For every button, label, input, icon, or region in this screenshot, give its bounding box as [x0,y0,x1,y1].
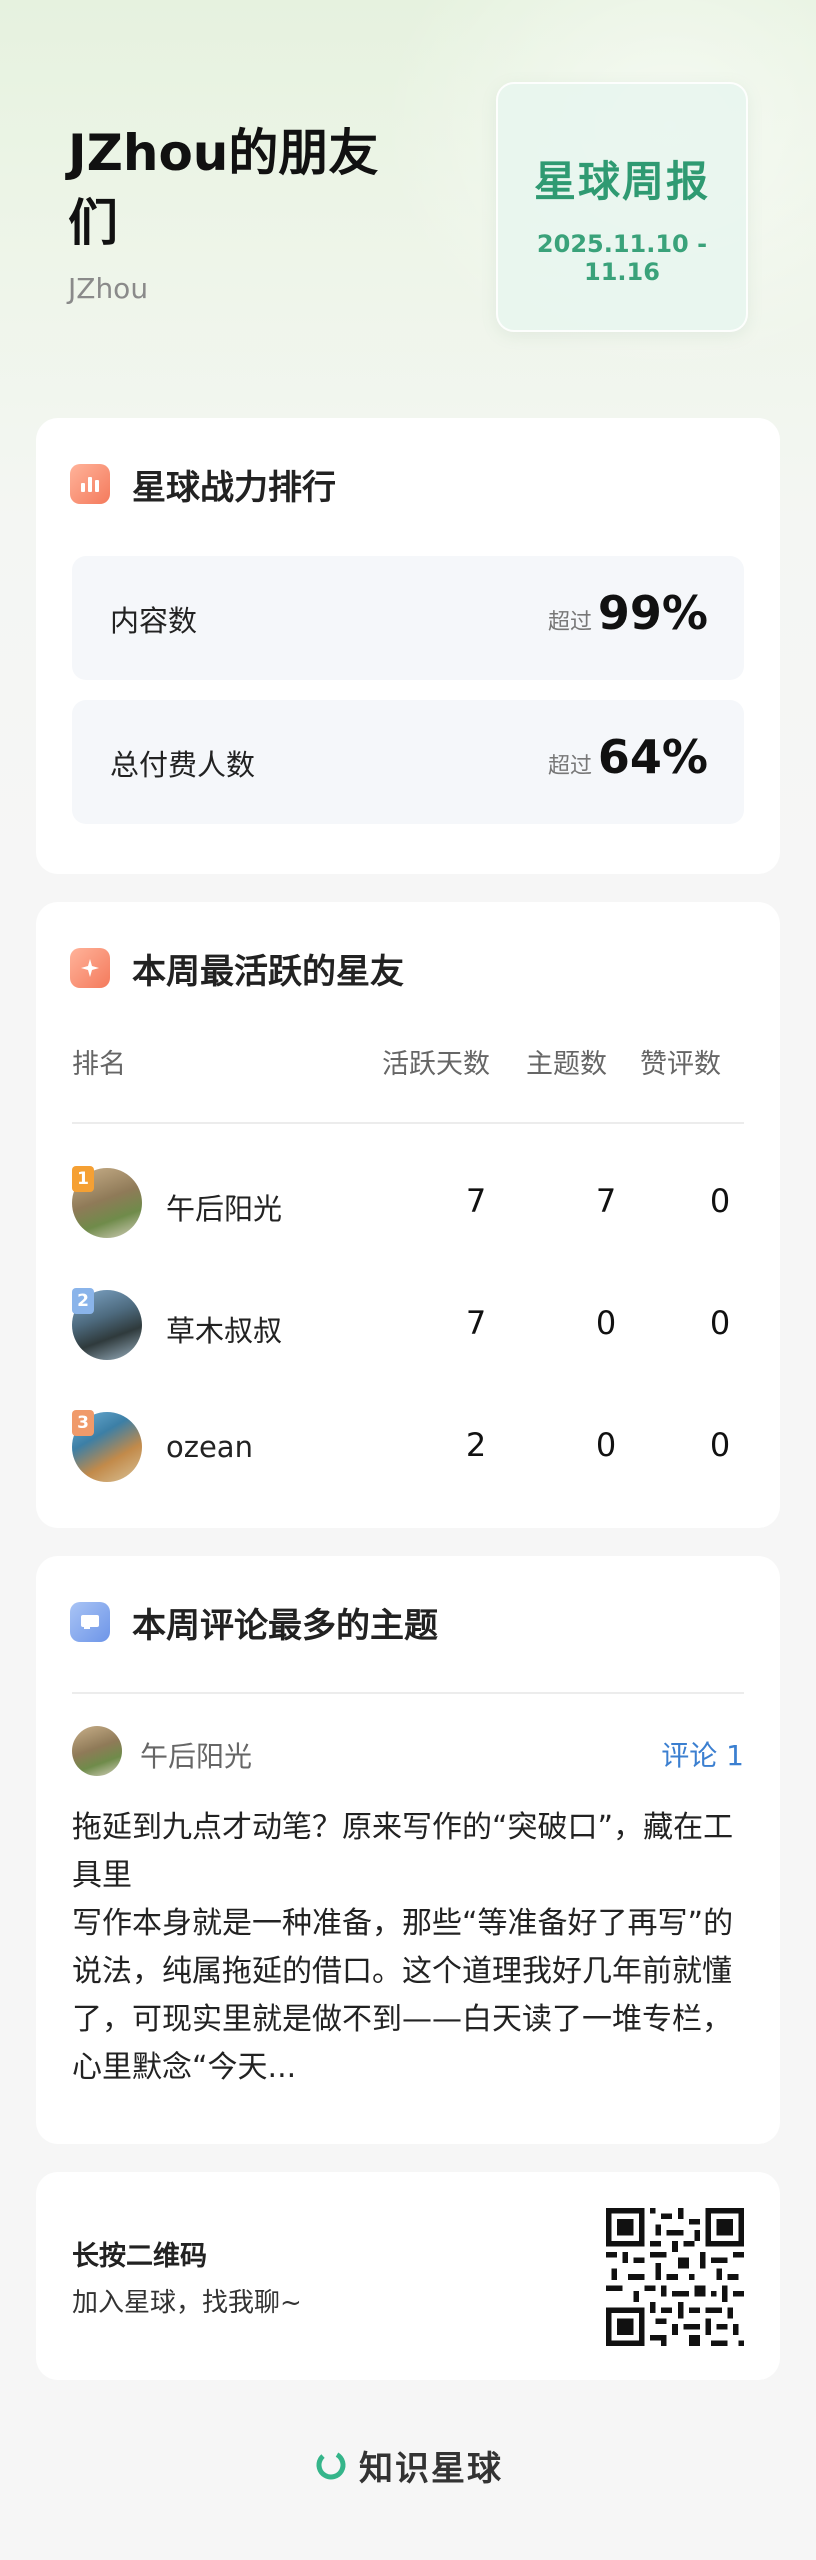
rank-medal: 1 [72,1166,94,1192]
sparkle-icon [70,948,110,988]
top-topic-header: 本周评论最多的主题 [70,1600,438,1646]
group-owner: JZhou [68,272,149,305]
topics-value: 0 [595,1304,617,1342]
member-name: ozean [166,1430,253,1464]
rank-medal: 3 [72,1410,94,1436]
rank-row-content-count: 内容数 超过 99% [72,556,744,680]
brand-logo-icon [316,2450,346,2480]
power-ranking-title: 星球战力排行 [132,467,336,508]
active-days-value: 7 [465,1304,487,1342]
active-members-card: 本周最活跃的星友 排名 活跃天数 主题数 赞评数 1 午后阳光 7 7 0 2 … [36,902,780,1528]
active-days-value: 7 [465,1182,487,1220]
table-row[interactable]: 2 草木叔叔 7 0 0 [72,1288,744,1362]
column-header-active-days: 活跃天数 [382,1049,490,1080]
topic-author-name: 午后阳光 [140,1740,253,1773]
active-members-header: 本周最活跃的星友 [70,946,404,992]
qr-code[interactable] [606,2208,744,2346]
top-topic-card[interactable]: 本周评论最多的主题 午后阳光 评论 1 拖延到九点才动笔？原来写作的“突破口”，… [36,1556,780,2144]
weekly-report-badge: 星球周报 2025.11.10 - 11.16 [496,82,748,332]
topic-divider [72,1692,744,1694]
rank-prefix: 超过 [547,610,592,635]
column-header-likes: 赞评数 [640,1049,721,1080]
brand-name: 知识星球 [359,2448,503,2489]
weekly-report-title: 星球周报 [533,157,710,206]
active-members-title: 本周最活跃的星友 [132,951,404,992]
power-ranking-header: 星球战力排行 [70,462,336,508]
rank-label: 总付费人数 [110,748,256,782]
weekly-report-dates: 2025.11.10 - 11.16 [536,230,708,286]
likes-value: 0 [709,1182,731,1220]
table-row[interactable]: 3 ozean 2 0 0 [72,1410,744,1484]
topic-body-text[interactable]: 拖延到九点才动笔？原来写作的“突破口”，藏在工具里 写作本身就是一种准备，那些“… [72,1804,744,2092]
rank-prefix: 超过 [547,754,592,779]
table-divider [72,1122,744,1124]
join-subtitle: 加入星球，找我聊~ [72,2288,302,2318]
avatar [72,1726,122,1776]
rank-label: 内容数 [110,604,198,638]
brand-footer: 知识星球 [0,2440,816,2490]
rank-value: 64% [597,730,708,784]
active-days-value: 2 [465,1426,487,1464]
table-row[interactable]: 1 午后阳光 7 7 0 [72,1166,744,1240]
bar-chart-icon [70,464,110,504]
group-title: JZhou的朋友们 [68,124,379,252]
topic-comment-count[interactable]: 评论 1 [661,1734,744,1774]
message-icon [70,1602,110,1642]
member-name: 草木叔叔 [166,1314,283,1348]
report-header: JZhou的朋友们 JZhou 星球周报 2025.11.10 - 11.16 [0,0,816,420]
member-name: 午后阳光 [166,1192,283,1226]
topics-value: 0 [595,1426,617,1464]
likes-value: 0 [709,1426,731,1464]
topics-value: 7 [595,1182,617,1220]
rank-value: 99% [597,586,708,640]
topic-author-row: 午后阳光 评论 1 [72,1726,744,1776]
rank-medal: 2 [72,1288,94,1314]
rank-row-paid-members: 总付费人数 超过 64% [72,700,744,824]
power-ranking-card: 星球战力排行 内容数 超过 99% 总付费人数 超过 64% [36,418,780,874]
column-header-rank: 排名 [72,1049,126,1080]
join-title: 长按二维码 [72,2241,207,2272]
likes-value: 0 [709,1304,731,1342]
join-card: 长按二维码 加入星球，找我聊~ [36,2172,780,2380]
top-topic-title: 本周评论最多的主题 [132,1605,438,1646]
column-header-topics: 主题数 [526,1049,607,1080]
